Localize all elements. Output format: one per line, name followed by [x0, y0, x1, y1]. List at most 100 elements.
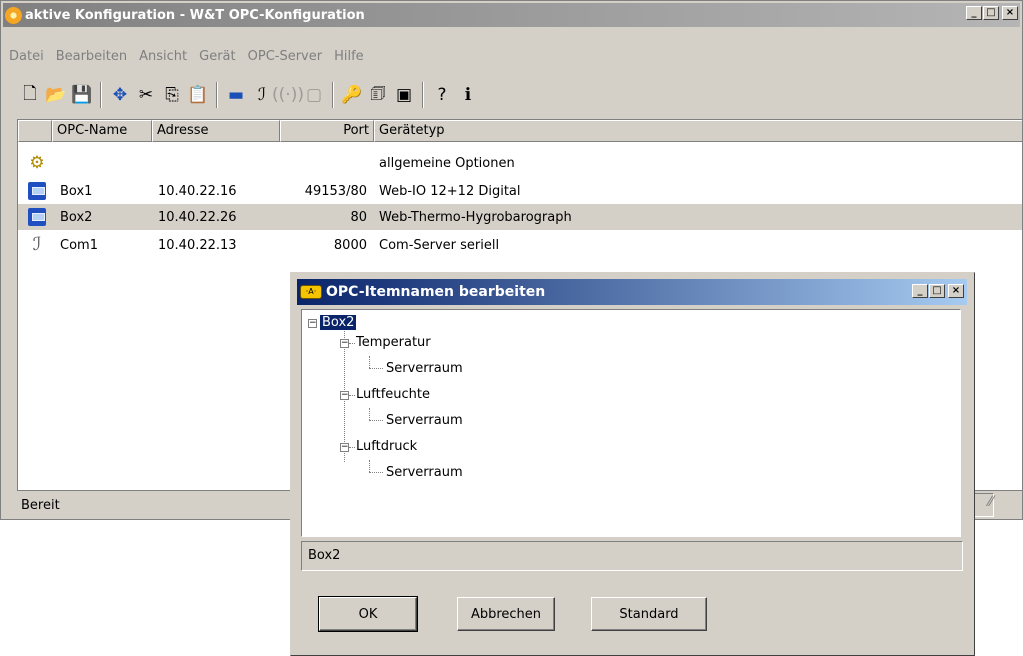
- com-server-icon: ℐ: [32, 234, 42, 255]
- main-titlebar[interactable]: aktive Konfiguration - W&T OPC-Konfigura…: [3, 3, 1020, 27]
- menubar: Datei Bearbeiten Ansicht Gerät OPC-Serve…: [3, 45, 370, 67]
- tree-node-label: Temperatur: [356, 335, 431, 350]
- new-file-icon[interactable]: 🗋: [19, 84, 41, 106]
- collapse-icon[interactable]: −: [340, 443, 349, 452]
- tree-node-luftdruck[interactable]: Luftdruck: [356, 438, 417, 456]
- dialog-title: OPC-Itemnamen bearbeiten: [326, 284, 546, 300]
- column-header-icon[interactable]: [18, 120, 52, 142]
- tree-node-serverraum[interactable]: Serverraum: [386, 412, 463, 430]
- selected-path-field: Box2: [301, 541, 963, 571]
- cut-icon[interactable]: ✂: [135, 84, 157, 106]
- row-device-type: Com-Server seriell: [379, 237, 500, 253]
- tree-connector: [369, 408, 370, 420]
- menu-geraet[interactable]: Gerät: [193, 49, 241, 64]
- maximize-button[interactable]: □: [983, 6, 999, 20]
- menu-opc-server[interactable]: OPC-Server: [242, 49, 328, 64]
- tree-connector: [369, 472, 383, 473]
- gear-icon: ⚙: [29, 153, 45, 173]
- collapse-icon[interactable]: −: [340, 391, 349, 400]
- dialog-minimize-button[interactable]: _: [912, 284, 928, 298]
- tree-node-temperatur[interactable]: Temperatur: [356, 334, 431, 352]
- row-opc-name: Box2: [60, 209, 93, 225]
- row-port: 49153/80: [304, 183, 367, 199]
- tree-node-luftfeuchte[interactable]: Luftfeuchte: [356, 386, 430, 404]
- info-icon[interactable]: ℹ: [457, 84, 479, 106]
- tree-node-label: Luftfeuchte: [356, 387, 430, 402]
- tree-node-label: Serverraum: [386, 361, 463, 376]
- properties-icon[interactable]: 🗊: [367, 84, 389, 106]
- tree-node-label: Box2: [320, 315, 357, 330]
- row-port: 8000: [333, 237, 367, 253]
- tree-node-serverraum[interactable]: Serverraum: [386, 360, 463, 378]
- row-address: 10.40.22.16: [158, 183, 237, 199]
- tree-node-label: Luftdruck: [356, 439, 418, 454]
- toolbar-separator: [422, 82, 424, 108]
- menu-bearbeiten[interactable]: Bearbeiten: [50, 49, 133, 64]
- tree-node-serverraum[interactable]: Serverraum: [386, 464, 463, 482]
- itemnames-icon: ·A·: [300, 285, 322, 299]
- column-header-adresse[interactable]: Adresse: [152, 120, 280, 142]
- toolbar: 🗋 📂 💾 ✥ ✂ ⎘ 📋 ▬ ℐ ((·)) ▢ 🔑 🗊 ▣ ? ℹ: [17, 77, 481, 113]
- toolbar-separator: [100, 82, 102, 108]
- app-icon: [5, 6, 22, 24]
- row-address: 10.40.22.26: [158, 209, 237, 225]
- help-icon[interactable]: ?: [431, 84, 453, 106]
- disabled-icon[interactable]: ▢: [303, 84, 325, 106]
- itemnames-icon[interactable]: ▣: [393, 84, 415, 106]
- menu-ansicht[interactable]: Ansicht: [133, 49, 193, 64]
- box-device-icon: [28, 182, 46, 200]
- tree-connector: [369, 460, 370, 472]
- tree-node-label: Serverraum: [386, 413, 463, 428]
- table-row[interactable]: Box1 10.40.22.16 49153/80 Web-IO 12+12 D…: [18, 178, 1022, 204]
- dialog-titlebar[interactable]: ·A· OPC-Itemnamen bearbeiten _ □ ×: [297, 279, 967, 305]
- row-device-type: Web-IO 12+12 Digital: [379, 183, 521, 199]
- column-header-port[interactable]: Port: [280, 120, 374, 142]
- tree-node-root[interactable]: Box2: [320, 314, 357, 332]
- ok-button[interactable]: OK: [318, 596, 418, 632]
- table-row-selected[interactable]: Box2 10.40.22.26 80 Web-Thermo-Hygrobaro…: [18, 204, 1022, 230]
- menu-datei[interactable]: Datei: [3, 49, 50, 64]
- menu-hilfe[interactable]: Hilfe: [328, 49, 370, 64]
- collapse-icon[interactable]: −: [308, 319, 317, 328]
- tree-connector: [369, 420, 383, 421]
- minimize-button[interactable]: _: [966, 6, 982, 20]
- row-opc-name: Com1: [60, 237, 98, 253]
- tree-node-label: Serverraum: [386, 465, 463, 480]
- cancel-button[interactable]: Abbrechen: [457, 597, 555, 631]
- default-button[interactable]: Standard: [591, 597, 707, 631]
- row-address: 10.40.22.13: [158, 237, 237, 253]
- table-row[interactable]: ⚙ allgemeine Optionen: [18, 150, 1022, 176]
- close-button[interactable]: ×: [1002, 6, 1018, 20]
- toolbar-separator: [216, 82, 218, 108]
- dialog-close-button[interactable]: ×: [948, 284, 964, 298]
- tree-connector: [349, 447, 355, 448]
- paste-icon[interactable]: 📋: [187, 84, 209, 106]
- move-icon[interactable]: ✥: [109, 84, 131, 106]
- item-tree[interactable]: − Box2 − Temperatur Serverraum − Luftfeu…: [301, 309, 961, 537]
- column-header-opc-name[interactable]: OPC-Name: [52, 120, 152, 142]
- row-device-type: allgemeine Optionen: [379, 155, 515, 171]
- dialog-maximize-button[interactable]: □: [929, 284, 945, 298]
- tree-connector: [369, 356, 370, 368]
- save-icon[interactable]: 💾: [71, 84, 93, 106]
- box-device-icon: [28, 208, 46, 226]
- open-folder-icon[interactable]: 📂: [45, 84, 67, 106]
- toolbar-separator: [332, 82, 334, 108]
- list-header: OPC-Name Adresse Port Gerätetyp: [18, 120, 1022, 142]
- copy-icon[interactable]: ⎘: [161, 84, 183, 106]
- key-icon[interactable]: 🔑: [341, 84, 363, 106]
- add-device-icon[interactable]: ▬: [225, 84, 247, 106]
- main-title: aktive Konfiguration - W&T OPC-Konfigura…: [25, 7, 365, 23]
- wireless-icon[interactable]: ((·)): [272, 84, 304, 106]
- itemnames-dialog: ·A· OPC-Itemnamen bearbeiten _ □ × − Box…: [290, 272, 975, 656]
- com-server-icon[interactable]: ℐ: [251, 84, 273, 106]
- table-row[interactable]: ℐ Com1 10.40.22.13 8000 Com-Server serie…: [18, 232, 1022, 258]
- row-device-type: Web-Thermo-Hygrobarograph: [379, 209, 572, 225]
- row-port: 80: [350, 209, 367, 225]
- row-opc-name: Box1: [60, 183, 93, 199]
- dialog-buttons: OK Abbrechen Standard: [318, 596, 747, 632]
- tree-connector: [349, 343, 355, 344]
- tree-connector: [369, 368, 383, 369]
- column-header-geraetetyp[interactable]: Gerätetyp: [374, 120, 1022, 142]
- collapse-icon[interactable]: −: [340, 339, 349, 348]
